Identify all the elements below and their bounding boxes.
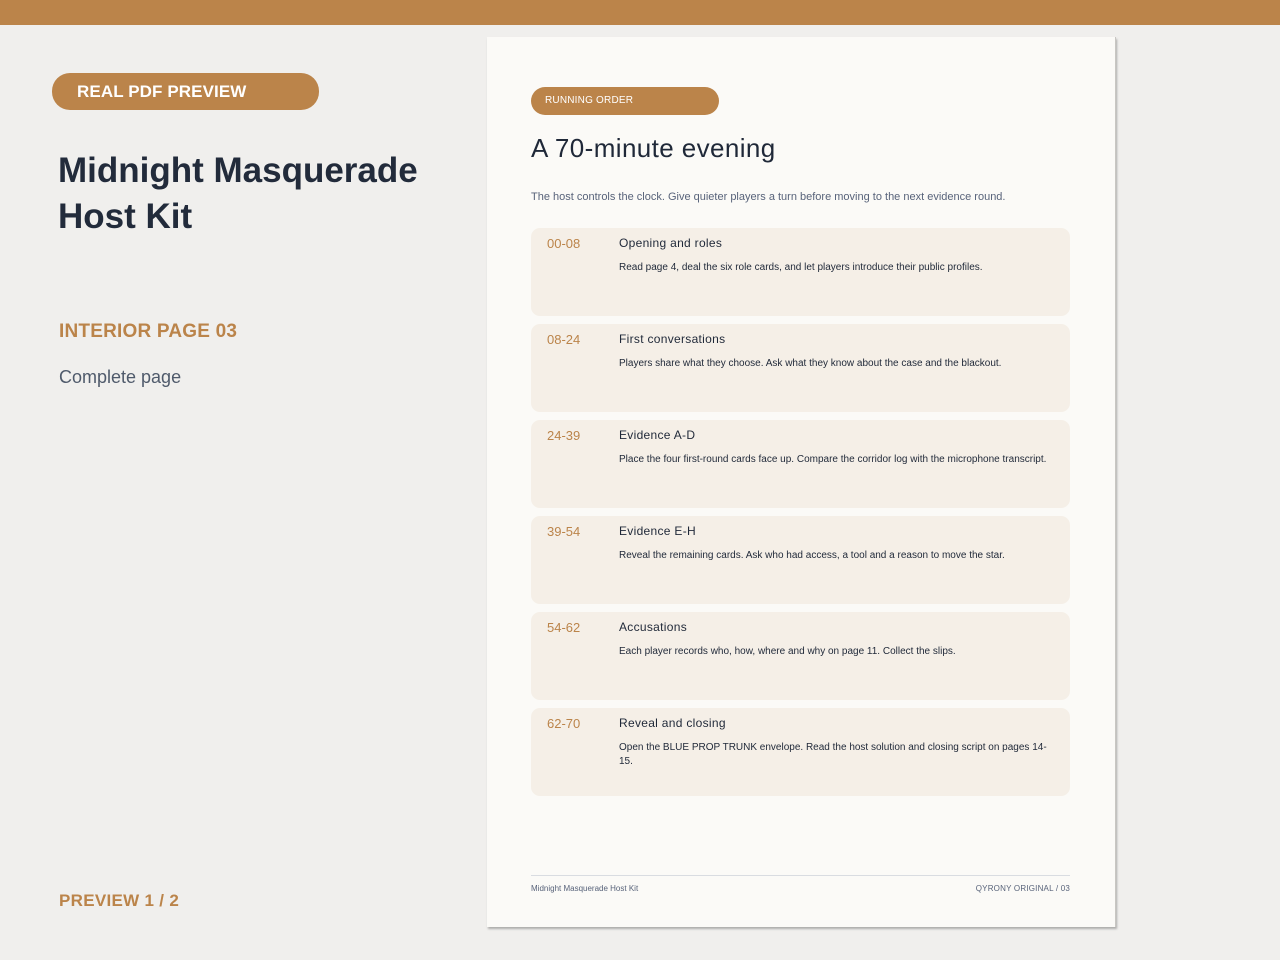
footer-page-number: QYRONY ORIGINAL / 03 bbox=[975, 884, 1070, 893]
schedule-row: 00-08 Opening and roles Read page 4, dea… bbox=[531, 228, 1070, 316]
schedule-row: 62-70 Reveal and closing Open the BLUE P… bbox=[531, 708, 1070, 796]
schedule-description: Each player records who, how, where and … bbox=[619, 646, 956, 657]
schedule-time: 54-62 bbox=[547, 620, 581, 635]
schedule-title: Opening and roles bbox=[619, 236, 723, 250]
schedule-time: 00-08 bbox=[547, 236, 581, 251]
schedule-row: 54-62 Accusations Each player records wh… bbox=[531, 612, 1070, 700]
page-status: Complete page bbox=[59, 367, 182, 387]
schedule-title: Reveal and closing bbox=[619, 716, 726, 730]
schedule-time: 24-39 bbox=[547, 428, 581, 443]
page-label: INTERIOR PAGE 03 bbox=[59, 321, 238, 342]
section-label: RUNNING ORDER bbox=[531, 87, 719, 115]
pdf-page: RUNNING ORDER A 70-minute evening The ho… bbox=[487, 37, 1116, 927]
top-accent-bar bbox=[0, 0, 1280, 25]
schedule-time: 08-24 bbox=[547, 332, 581, 347]
schedule-row: 24-39 Evidence A-D Place the four first-… bbox=[531, 420, 1070, 508]
schedule-description: Open the BLUE PROP TRUNK envelope. Read … bbox=[619, 742, 1047, 767]
intro-text: The host controls the clock. Give quiete… bbox=[531, 191, 1006, 203]
schedule-time: 62-70 bbox=[547, 716, 581, 731]
schedule-title: Evidence E-H bbox=[619, 524, 696, 538]
footer-divider bbox=[531, 875, 1070, 876]
schedule-description: Read page 4, deal the six role cards, an… bbox=[619, 262, 983, 273]
schedule-description: Place the four first-round cards face up… bbox=[619, 454, 1047, 465]
schedule-title: Evidence A-D bbox=[619, 428, 696, 442]
page-heading: A 70-minute evening bbox=[531, 133, 776, 163]
schedule-time: 39-54 bbox=[547, 524, 581, 539]
schedule-title: Accusations bbox=[619, 620, 687, 634]
preview-badge: REAL PDF PREVIEW bbox=[52, 73, 319, 110]
schedule-list: 00-08 Opening and roles Read page 4, dea… bbox=[531, 228, 1070, 804]
schedule-title: First conversations bbox=[619, 332, 726, 346]
document-title: Midnight Masquerade Host Kit bbox=[58, 151, 418, 236]
schedule-row: 39-54 Evidence E-H Reveal the remaining … bbox=[531, 516, 1070, 604]
preview-counter: PREVIEW 1 / 2 bbox=[59, 891, 180, 910]
footer-doc-title: Midnight Masquerade Host Kit bbox=[531, 884, 639, 893]
schedule-row: 08-24 First conversations Players share … bbox=[531, 324, 1070, 412]
schedule-description: Reveal the remaining cards. Ask who had … bbox=[619, 550, 1005, 561]
schedule-description: Players share what they choose. Ask what… bbox=[619, 358, 1002, 369]
